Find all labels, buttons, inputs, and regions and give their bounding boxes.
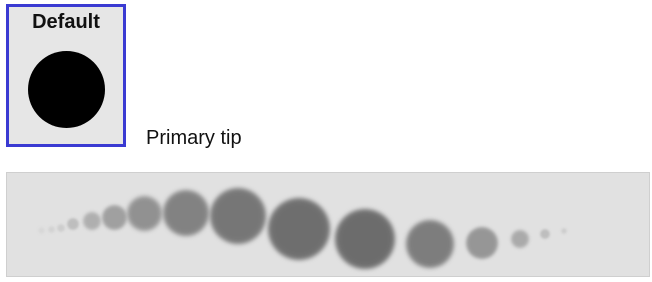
brush-stroke-dab [57, 224, 65, 232]
brush-stroke-dab [406, 220, 454, 268]
brush-stroke-dab [511, 230, 529, 248]
brush-stroke-dab [47, 225, 55, 233]
brush-stroke-dab [101, 204, 127, 230]
brush-stroke-dab [126, 195, 162, 231]
brush-stroke-dab [210, 188, 266, 244]
brush-tip-default[interactable]: Default [6, 4, 126, 147]
brush-stroke-dab [540, 229, 550, 239]
brush-stroke-dab [83, 212, 101, 230]
brush-stroke-dab [561, 228, 567, 234]
brush-stroke-dab [335, 209, 395, 269]
brush-stroke-dab [37, 226, 45, 234]
brush-stroke-dab [268, 198, 330, 260]
primary-tip-label: Primary tip [146, 127, 242, 149]
brush-tip-title: Default [32, 11, 100, 33]
brush-stroke-preview [6, 172, 650, 277]
brush-stroke-dab [466, 227, 498, 259]
brush-stroke-dab [67, 218, 79, 230]
round-brush-tip-icon [28, 51, 105, 128]
brush-tip-panel: Default Primary tip [0, 0, 652, 282]
brush-stroke-dab [163, 190, 209, 236]
